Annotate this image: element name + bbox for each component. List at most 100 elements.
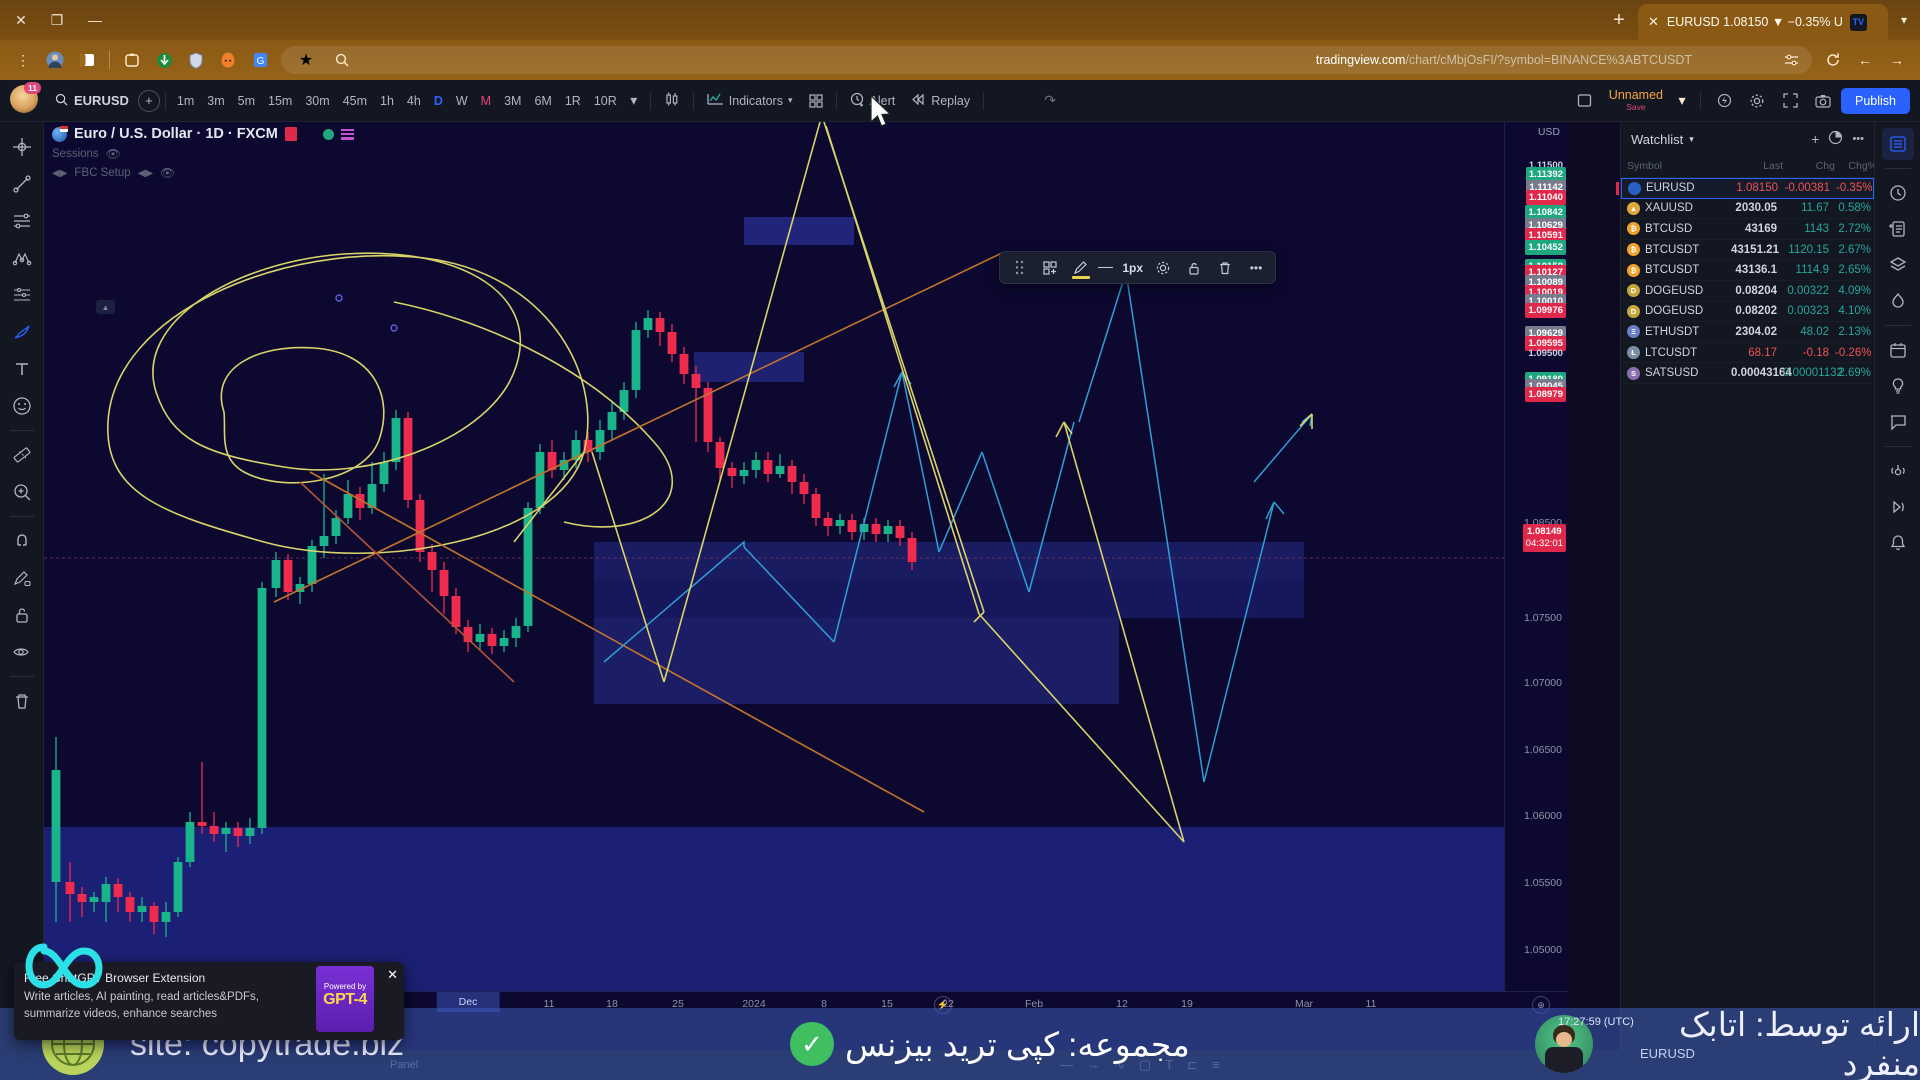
timeframe-1m[interactable]: 1m <box>171 90 200 112</box>
timeframe-1R[interactable]: 1R <box>559 90 587 112</box>
window-close-button[interactable]: ✕ <box>10 9 32 31</box>
visibility-toggle-icon[interactable]: ◀▶ <box>52 168 67 179</box>
emoji-icon[interactable] <box>5 389 39 423</box>
symbol-search-button[interactable]: EURUSD <box>46 89 138 113</box>
notifications-bell-icon[interactable] <box>1882 527 1914 559</box>
pie-chart-icon[interactable] <box>1828 130 1843 148</box>
chevron-down-icon[interactable]: ▾ <box>1672 87 1692 115</box>
chevron-down-icon[interactable]: ▾ <box>623 87 645 115</box>
user-avatar[interactable]: 11 <box>10 81 42 117</box>
wallet-icon[interactable] <box>117 46 147 74</box>
watchlist-column-chg[interactable]: Chg <box>1783 160 1835 172</box>
timeframe-6M[interactable]: 6M <box>528 90 557 112</box>
timeframe-45m[interactable]: 45m <box>337 90 373 112</box>
watchlist-column-chgpct[interactable]: Chg% <box>1835 160 1877 172</box>
indicators-button[interactable]: Indicators ▾ <box>699 87 801 114</box>
eye-off-icon[interactable]: 👁 <box>160 166 175 180</box>
timeframe-W[interactable]: W <box>450 90 474 112</box>
lightning-icon[interactable] <box>1709 87 1739 115</box>
site-settings-icon[interactable] <box>1778 47 1804 73</box>
hot-flame-icon[interactable] <box>1882 285 1914 317</box>
grid-templates-icon[interactable] <box>801 87 831 115</box>
broadcast-icon[interactable] <box>1882 455 1914 487</box>
reload-icon[interactable] <box>1818 46 1848 74</box>
timeframe-5m[interactable]: 5m <box>232 90 261 112</box>
hide-all-icon[interactable] <box>5 635 39 669</box>
pen-color-icon[interactable] <box>1067 255 1095 281</box>
timeframe-4h[interactable]: 4h <box>401 90 427 112</box>
cursor-crosshair-icon[interactable] <box>5 130 39 164</box>
horizontal-lines-icon[interactable] <box>5 204 39 238</box>
camera-icon[interactable] <box>1808 87 1838 115</box>
data-window-icon[interactable] <box>1882 213 1914 245</box>
pattern-icon[interactable] <box>5 241 39 275</box>
timeframe-1h[interactable]: 1h <box>374 90 400 112</box>
brush-icon[interactable] <box>5 315 39 349</box>
timeframe-D[interactable]: D <box>428 90 449 112</box>
timeframe-15m[interactable]: 15m <box>262 90 298 112</box>
visibility-toggle-icon[interactable]: ◀▶ <box>138 168 153 179</box>
address-bar-url[interactable]: tradingview.com/chart/cMbjOsFI/?symbol=B… <box>1316 53 1692 67</box>
adblock-icon[interactable] <box>213 46 243 74</box>
watchlist-column-symbol[interactable]: Symbol <box>1627 160 1731 172</box>
window-restore-button[interactable]: ❐ <box>46 9 68 31</box>
trend-line-icon[interactable] <box>5 167 39 201</box>
publish-button[interactable]: Publish <box>1841 87 1910 114</box>
watchlist-row-satsusd-9[interactable]: S SATSUSD 0.00043164 0.00001132 2.69% <box>1621 363 1874 384</box>
legend-sessions-row[interactable]: Sessions 👁 <box>52 147 354 161</box>
text-icon[interactable] <box>5 352 39 386</box>
chevron-down-icon[interactable]: ▾ <box>788 95 793 106</box>
legend-indicator-row[interactable]: ◀▶ FBC Setup ◀▶ 👁 <box>52 166 354 180</box>
menu-kebab-icon[interactable]: ⋮ <box>8 46 38 74</box>
omnibox[interactable]: ★ tradingview.com/chart/cMbjOsFI/?symbol… <box>281 46 1812 74</box>
alerts-clock-icon[interactable] <box>1882 177 1914 209</box>
chevron-down-icon[interactable]: ▾ <box>1888 3 1920 37</box>
unlock-icon[interactable] <box>1180 255 1208 281</box>
close-icon[interactable]: ✕ <box>387 966 398 985</box>
drag-handle-icon[interactable] <box>1005 255 1033 281</box>
chart-canvas[interactable]: Euro / U.S. Dollar · 1D · FXCM Sessions … <box>44 122 1568 1062</box>
more-dots-icon[interactable]: ••• <box>1242 255 1270 281</box>
timeframe-M[interactable]: M <box>475 90 497 112</box>
save-layout-button[interactable]: Unnamed Save <box>1603 87 1669 113</box>
lock-all-icon[interactable] <box>5 598 39 632</box>
ideas-bulb-icon[interactable] <box>1882 370 1914 402</box>
profile-avatar-icon[interactable] <box>40 46 70 74</box>
remove-all-icon[interactable] <box>5 684 39 718</box>
gear-icon[interactable] <box>1742 87 1772 115</box>
fullscreen-icon[interactable] <box>1775 87 1805 115</box>
back-arrow-icon[interactable]: ← <box>1850 46 1880 74</box>
watchlist-row-ltcusdt-8[interactable]: Ł LTCUSDT 68.17 -0.18 -0.26% <box>1621 343 1874 364</box>
watchlist-title[interactable]: Watchlist <box>1631 132 1683 147</box>
watchlist-row-btcusd-2[interactable]: ₿ BTCUSD 43169 1143 2.72% <box>1621 219 1874 240</box>
forward-arrow-icon[interactable]: → <box>1882 46 1912 74</box>
watchlist-row-btcusdt-4[interactable]: ₿ BTCUSDT 43136.1 1114.9 2.65% <box>1621 260 1874 281</box>
replay-button[interactable]: Replay <box>903 88 978 114</box>
gear-icon[interactable] <box>1149 255 1177 281</box>
save-template-icon[interactable] <box>1036 255 1064 281</box>
zoom-in-icon[interactable] <box>5 475 39 509</box>
plus-icon[interactable]: + <box>1811 131 1819 147</box>
watchlist-row-btcusdt-3[interactable]: ₿ BTCUSDT 43151.21 1120.15 2.67% <box>1621 240 1874 261</box>
gpt4-promo-card[interactable]: Powered by GPT-4 <box>316 966 374 1032</box>
browser-tab-tradingview[interactable]: ✕ EURUSD 1.08150 ▼ −0.35% Un TV <box>1638 4 1888 40</box>
more-dots-icon[interactable]: ••• <box>1852 133 1864 145</box>
layout-icon[interactable] <box>1570 87 1600 115</box>
legend-collapse-button[interactable]: ▲ <box>96 300 115 314</box>
search-icon[interactable] <box>329 47 355 73</box>
sidebar-icon[interactable] <box>72 46 102 74</box>
drawing-mode-lock-icon[interactable] <box>5 561 39 595</box>
window-minimize-button[interactable]: — <box>84 9 106 31</box>
legend-title-row[interactable]: Euro / U.S. Dollar · 1D · FXCM <box>52 125 354 142</box>
shield-icon[interactable] <box>181 46 211 74</box>
watchlist-icon[interactable] <box>1881 128 1914 160</box>
watchlist-row-xauusd-1[interactable]: ▲ XAUUSD 2030.05 11.67 0.58% <box>1621 199 1874 220</box>
alert-button[interactable]: Alert <box>842 87 904 115</box>
new-tab-button[interactable]: + <box>1600 3 1638 37</box>
watchlist-column-last[interactable]: Last <box>1731 160 1783 172</box>
eye-off-icon[interactable]: 👁 <box>106 147 121 161</box>
stream-icon[interactable] <box>1882 491 1914 523</box>
chevron-down-icon[interactable]: ▾ <box>1689 134 1694 145</box>
price-scale[interactable]: 1.11500 1.11392 1.11142 1.11040 1.10842 1.106… <box>1504 122 1568 1017</box>
hotlist-layers-icon[interactable] <box>1882 249 1914 281</box>
